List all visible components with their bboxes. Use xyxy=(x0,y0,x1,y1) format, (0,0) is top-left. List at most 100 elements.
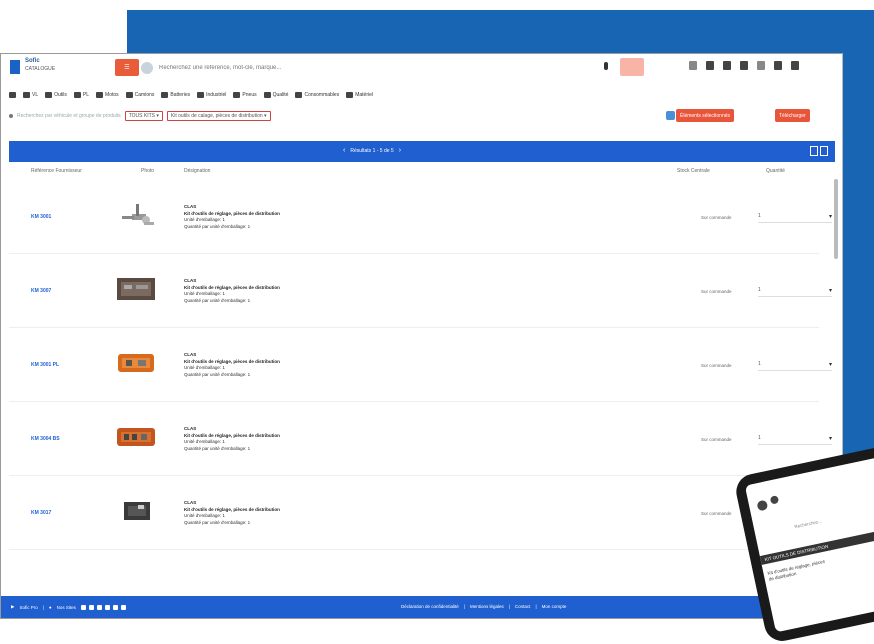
table-row[interactable]: KM 3017 CLAS Kit d'outils de réglage, pi… xyxy=(9,478,832,550)
footer-link-privacy[interactable]: Déclaration de confidentialité xyxy=(401,604,459,609)
footer-left: ▶ Sofic Pro | ● Nos Sites xyxy=(11,604,126,610)
product-description: CLAS Kit d'outils de réglage, pièces de … xyxy=(184,204,280,230)
product-group-select[interactable]: Kit outils de calage, pièces de distribu… xyxy=(166,111,271,121)
product-ref-link[interactable]: KM 3001 xyxy=(31,214,51,220)
table-row[interactable]: KM 3001 CLAS Kit d'outils de réglage, pi… xyxy=(9,182,832,254)
menu-button[interactable]: ☰ xyxy=(115,59,139,76)
twitter-icon[interactable] xyxy=(88,604,94,610)
quantity-select[interactable]: 1▾ xyxy=(758,432,832,445)
cat-item-vl[interactable]: VL xyxy=(23,92,38,98)
quantity-select[interactable]: 1▾ xyxy=(758,358,832,371)
header-ref[interactable]: Référence Fournisseur xyxy=(31,168,82,174)
tablet-product-text: Kit d'outils de réglage, pièces de distr… xyxy=(767,558,826,582)
quantity-select[interactable]: 1▾ xyxy=(758,210,832,223)
logo-subtitle: CATALOGUE xyxy=(25,66,56,72)
bullet-icon xyxy=(9,114,13,118)
pagination: ‹ Résultats 1 - 5 de 5 › xyxy=(343,147,401,154)
home-icon[interactable] xyxy=(9,92,16,98)
instagram-icon[interactable] xyxy=(96,604,102,610)
tablet-logo-icon xyxy=(756,499,769,512)
next-page-icon[interactable]: › xyxy=(399,147,401,154)
list-icon[interactable] xyxy=(723,61,731,70)
microphone-icon[interactable] xyxy=(604,62,608,70)
product-ref-link[interactable]: KM 3004 BS xyxy=(31,436,60,442)
scrollbar[interactable] xyxy=(834,179,838,259)
footer-link-sites[interactable]: Nos Sites xyxy=(57,605,76,610)
prev-page-icon[interactable]: ‹ xyxy=(343,147,345,154)
equipment-icon xyxy=(346,92,354,98)
stock-status: Sur commande xyxy=(701,437,732,442)
chevron-down-icon: ▾ xyxy=(828,361,832,368)
list-view-icon[interactable] xyxy=(820,146,828,156)
tools-icon xyxy=(45,92,53,98)
cat-item-qualite[interactable]: Qualité xyxy=(263,92,288,98)
table-row[interactable]: KM 3004 BS CLAS Kit d'outils de réglage,… xyxy=(9,404,832,476)
hamburger-icon: ☰ xyxy=(124,65,130,71)
pinterest-icon[interactable] xyxy=(112,604,118,610)
vehicle-selector-placeholder[interactable]: Recherchez par véhicule et groupe de pro… xyxy=(17,113,121,119)
header-image: Photo xyxy=(141,168,155,174)
product-description: CLAS Kit d'outils de réglage, pièces de … xyxy=(184,352,280,378)
filter-row: Recherchez par véhicule et groupe de pro… xyxy=(9,109,835,123)
header-stock[interactable]: Stock Centrale xyxy=(677,168,710,174)
linkedin-icon[interactable] xyxy=(104,604,110,610)
product-ref-link[interactable]: KM 3017 xyxy=(31,510,51,516)
footer-link-contact[interactable]: Contact xyxy=(515,604,531,609)
user-icon[interactable] xyxy=(774,61,782,70)
cart-icon[interactable] xyxy=(791,61,799,70)
footer-right: Déclaration de confidentialité | Mention… xyxy=(401,604,567,609)
footer-link-account[interactable]: Mon compte xyxy=(542,604,567,609)
tablet-screen: Recherchez... KIT OUTILS DE DISTRIBUTION… xyxy=(744,452,874,633)
product-ref-link[interactable]: KM 3001 PL xyxy=(31,362,59,368)
search-submit-button[interactable] xyxy=(620,58,644,76)
product-min-qty: Quantité par unité d'emballage: 1 xyxy=(184,223,251,229)
notifications-icon[interactable] xyxy=(757,61,765,70)
quantity-select[interactable]: 1▾ xyxy=(758,284,832,297)
header-designation[interactable]: Désignation xyxy=(184,168,210,174)
battery-icon xyxy=(161,92,169,98)
cat-item-pneus[interactable]: Pneus xyxy=(233,92,257,98)
tire-icon xyxy=(233,92,241,98)
table-row[interactable]: KM 3001 PL CLAS Kit d'outils de réglage,… xyxy=(9,330,832,402)
facebook-icon[interactable] xyxy=(80,604,86,610)
van-icon xyxy=(125,92,133,98)
top-bar: Sofic CATALOGUE ☰ xyxy=(1,54,842,86)
cat-item-camions[interactable]: Camions xyxy=(125,92,154,98)
globe-icon: ● xyxy=(48,604,52,610)
tablet-search-text: Recherchez... xyxy=(793,518,823,530)
cat-item-industriel[interactable]: Industriel xyxy=(197,92,226,98)
product-image xyxy=(118,354,154,372)
cat-item-batteries[interactable]: Batteries xyxy=(161,92,190,98)
info-icon[interactable] xyxy=(666,111,675,120)
grid-view-icon[interactable] xyxy=(810,146,818,156)
youtube-icon[interactable] xyxy=(120,604,126,610)
moto-icon xyxy=(96,92,104,98)
kit-type-select[interactable]: TOUS KITS ▾ xyxy=(124,111,163,121)
tablet-category-bar: KIT OUTILS DE DISTRIBUTION xyxy=(759,522,874,565)
help-icon[interactable] xyxy=(689,61,697,70)
stock-status: Sur commande xyxy=(701,215,732,220)
chevron-down-icon: ▾ xyxy=(828,213,832,220)
cat-item-motos[interactable]: Motos xyxy=(96,92,119,98)
search-input[interactable] xyxy=(159,64,631,71)
cat-item-outils[interactable]: Outils xyxy=(45,92,67,98)
favorites-icon[interactable] xyxy=(740,61,748,70)
footer-link-pro[interactable]: Sofic Pro xyxy=(19,605,37,610)
cat-item-consommables[interactable]: Consommables xyxy=(295,92,339,98)
download-button[interactable]: Télécharger xyxy=(775,109,810,122)
selected-items-button[interactable]: Éléments sélectionnés xyxy=(676,109,735,122)
quality-icon xyxy=(263,92,271,98)
app-window: Sofic CATALOGUE ☰ VL Outils PL Motos Cam… xyxy=(0,53,843,619)
table-row[interactable]: KM 3007 CLAS Kit d'outils de réglage, pi… xyxy=(9,256,832,328)
chevron-down-icon: ▾ xyxy=(828,435,832,442)
car-icon xyxy=(23,92,30,98)
logo-icon[interactable] xyxy=(10,60,20,74)
cat-item-pl[interactable]: PL xyxy=(73,92,89,98)
product-ref-link[interactable]: KM 3007 xyxy=(31,288,51,294)
search-icon xyxy=(141,61,153,74)
document-icon[interactable] xyxy=(706,61,714,70)
footer-link-legal[interactable]: Mentions légales xyxy=(470,604,504,609)
product-min-qty: Quantité par unité d'emballage: 1 xyxy=(184,297,251,303)
factory-icon xyxy=(197,92,205,98)
cat-item-materiel[interactable]: Matériel xyxy=(346,92,373,98)
